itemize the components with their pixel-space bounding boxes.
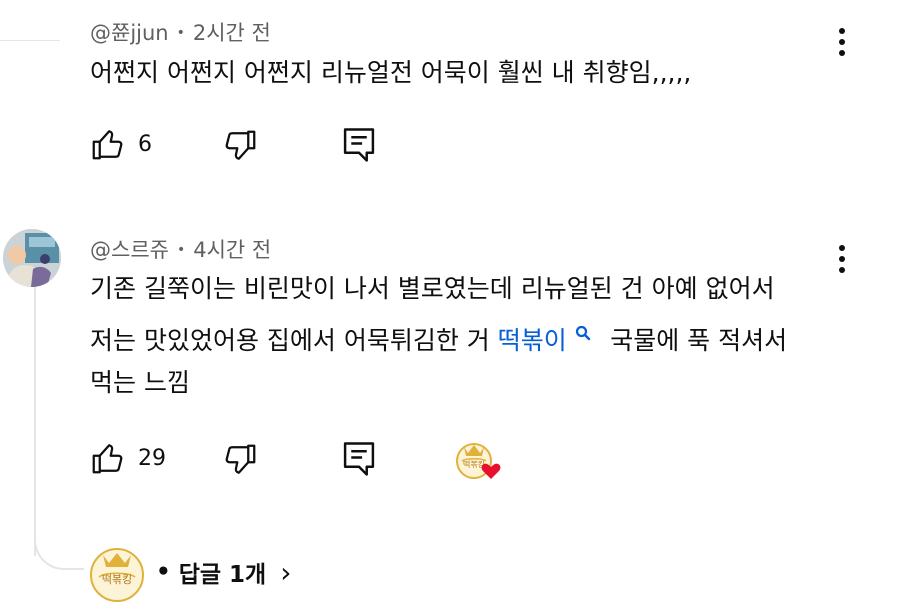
comment-text-line: 먹는 느낌 [90,368,190,397]
comment-meta: @쮼jjun • 2시간 전 [90,21,271,45]
reply-button[interactable] [342,126,376,164]
dislike-button[interactable] [222,128,258,164]
comment-time[interactable]: 2시간 전 [193,21,271,45]
comment-text-line: 기존 길쭉이는 비린맛이 나서 별로였는데 리뉴얼된 건 아예 없어서 [90,274,775,303]
replies-label: 답글 1개 [178,562,267,588]
comment-author[interactable]: @스르쥬 [90,238,169,262]
search-icon[interactable] [569,325,596,346]
reply-icon [342,126,376,164]
comment-time[interactable]: 4시간 전 [193,238,271,262]
avatar[interactable] [3,229,61,287]
like-count: 29 [138,445,166,471]
like-button[interactable]: 29 [90,440,166,476]
more-icon[interactable] [838,28,846,56]
comment-text-line: 저는 맛있었어용 집에서 어묵튀김한 거 떡볶이 국물에 푹 적셔서 [90,325,788,355]
dislike-button[interactable] [222,442,258,478]
thread-curve [34,520,84,570]
comment-text: 어쩐지 어쩐지 어쩐지 리뉴얼전 어묵이 훨씬 내 취향임,,,,, [90,58,692,87]
reply-avatar[interactable]: 떡볶킹 [87,543,147,603]
dislike-icon [222,128,258,164]
more-icon[interactable] [838,245,846,273]
dislike-icon [222,442,258,478]
thread-line [34,286,36,556]
like-button[interactable]: 6 [90,126,152,162]
like-count: 6 [138,131,152,157]
like-icon [90,126,126,162]
comment-author[interactable]: @쮼jjun [90,21,169,45]
comment-meta: @스르쥬 • 4시간 전 [90,238,272,262]
search-link[interactable]: 떡볶이 [498,326,567,355]
thread-divider [0,40,60,41]
chevron-right-icon: › [280,555,292,589]
reply-button[interactable] [342,440,376,478]
svg-text:떡볶킹: 떡볶킹 [102,573,132,586]
creator-heart-badge: 떡볶킹 [454,437,506,485]
reply-icon [342,440,376,478]
view-replies-button[interactable]: • 답글 1개 › [156,555,291,589]
like-icon [90,440,126,476]
